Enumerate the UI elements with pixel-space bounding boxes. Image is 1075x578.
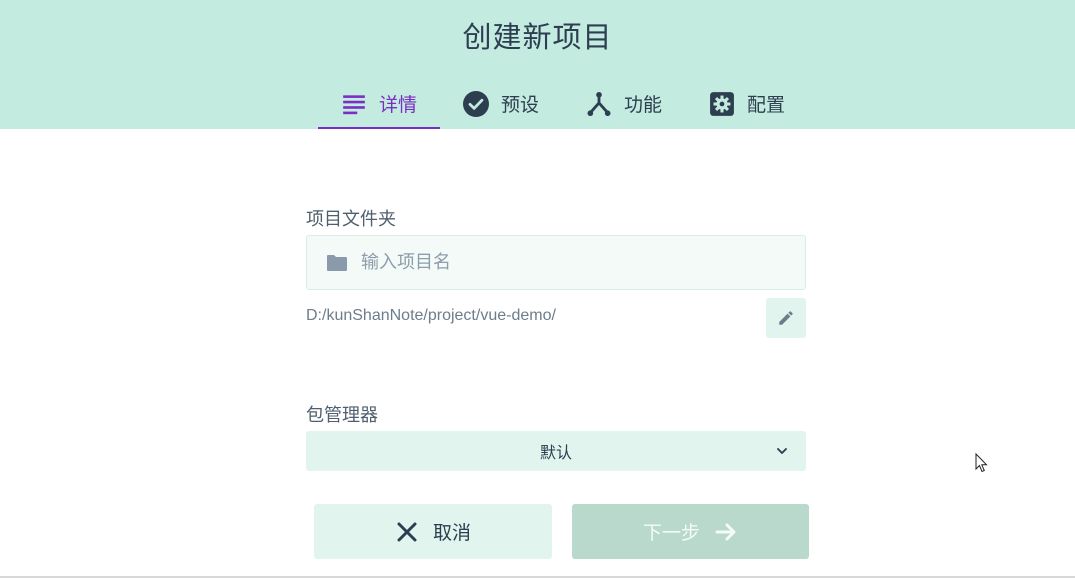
close-icon (397, 522, 417, 541)
project-folder-field[interactable] (306, 235, 806, 290)
tab-config[interactable]: 配置 (704, 78, 790, 129)
pencil-icon (779, 311, 793, 325)
next-label: 下一步 (642, 522, 700, 544)
tab-label: 预设 (500, 94, 539, 116)
gear-icon (710, 91, 734, 116)
page-title: 创建新项目 (462, 20, 613, 54)
folder-label: 项目文件夹 (306, 209, 396, 230)
chevron-down-icon (777, 448, 787, 454)
arrow-right-icon (715, 523, 736, 540)
tab-label: 功能 (623, 94, 662, 116)
create-project-page: 创建新项目 详情 预设 功能 配置 项目文件夹 输入项目名 D:/kunShan… (0, 0, 1075, 578)
mouse-cursor-icon (975, 453, 988, 473)
next-step-button[interactable]: 下一步 (572, 504, 809, 559)
tab-features[interactable]: 功能 (582, 78, 666, 129)
folder-icon (327, 254, 347, 271)
edit-path-button[interactable] (766, 298, 806, 338)
package-manager-select[interactable]: 默认 (306, 431, 806, 471)
tab-presets[interactable]: 预设 (458, 78, 544, 129)
package-manager-label: 包管理器 (306, 405, 378, 426)
header: 创建新项目 详情 预设 功能 配置 (0, 0, 1075, 129)
cancel-button[interactable]: 取消 (314, 504, 552, 559)
list-icon (343, 94, 365, 114)
check-circle-icon (462, 90, 489, 117)
tab-details[interactable]: 详情 (318, 78, 440, 129)
project-name-input[interactable] (361, 252, 761, 273)
tab-label: 配置 (746, 94, 785, 116)
merge-icon (587, 91, 611, 116)
project-path-text: D:/kunShanNote/project/vue-demo/ (306, 307, 556, 324)
tab-label: 详情 (378, 94, 417, 116)
cancel-label: 取消 (432, 522, 471, 544)
package-manager-value: 默认 (539, 443, 572, 462)
